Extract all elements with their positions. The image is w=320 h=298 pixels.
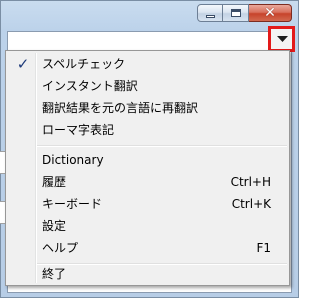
menu-dropdown-button[interactable] <box>268 26 295 52</box>
menu-item-label: ヘルプ <box>42 241 79 255</box>
close-icon: ✕ <box>264 5 276 21</box>
menu-item-shortcut: Ctrl+H <box>230 175 271 189</box>
menu-item-romanization[interactable]: ローマ字表記 <box>8 119 287 141</box>
menu-item-instant-translation[interactable]: インスタント翻訳 <box>8 75 287 97</box>
menu-item-keyboard[interactable]: キーボード Ctrl+K <box>8 193 287 215</box>
menu-item-shortcut: F1 <box>256 241 271 255</box>
menu-item-label: 履歴 <box>42 175 67 189</box>
menu-item-label: 終了 <box>42 267 67 281</box>
menu-item-history[interactable]: 履歴 Ctrl+H <box>8 171 287 193</box>
menu-item-dictionary[interactable]: Dictionary <box>8 149 287 171</box>
menu-item-settings[interactable]: 設定 <box>8 215 287 237</box>
triangle-down-icon <box>277 36 288 42</box>
maximize-button[interactable] <box>223 4 249 22</box>
minimize-button[interactable] <box>197 4 223 22</box>
menu-item-label: 設定 <box>42 219 67 233</box>
caption-buttons: ✕ <box>197 4 292 23</box>
context-menu: ✓ スペルチェック インスタント翻訳 翻訳結果を元の言語に再翻訳 ローマ字表記 … <box>5 50 290 286</box>
menu-item-shortcut: Ctrl+K <box>231 197 271 211</box>
maximize-icon <box>231 9 241 17</box>
menu-item-exit[interactable]: 終了 <box>8 263 287 285</box>
menu-item-label: スペルチェック <box>42 57 126 71</box>
minimize-icon <box>206 15 215 18</box>
menu-item-help[interactable]: ヘルプ F1 <box>8 237 287 259</box>
menu-item-label: ローマ字表記 <box>42 123 115 137</box>
menu-item-label: インスタント翻訳 <box>42 79 138 93</box>
menu-item-label: キーボード <box>42 197 103 211</box>
menu-item-spellcheck[interactable]: ✓ スペルチェック <box>8 53 287 75</box>
close-button[interactable]: ✕ <box>249 4 292 22</box>
menu-item-label: 翻訳結果を元の言語に再翻訳 <box>42 101 199 115</box>
menu-item-label: Dictionary <box>42 153 104 167</box>
checkmark-icon: ✓ <box>16 55 30 73</box>
menu-item-back-translation[interactable]: 翻訳結果を元の言語に再翻訳 <box>8 97 287 119</box>
menu-separator <box>37 145 287 147</box>
